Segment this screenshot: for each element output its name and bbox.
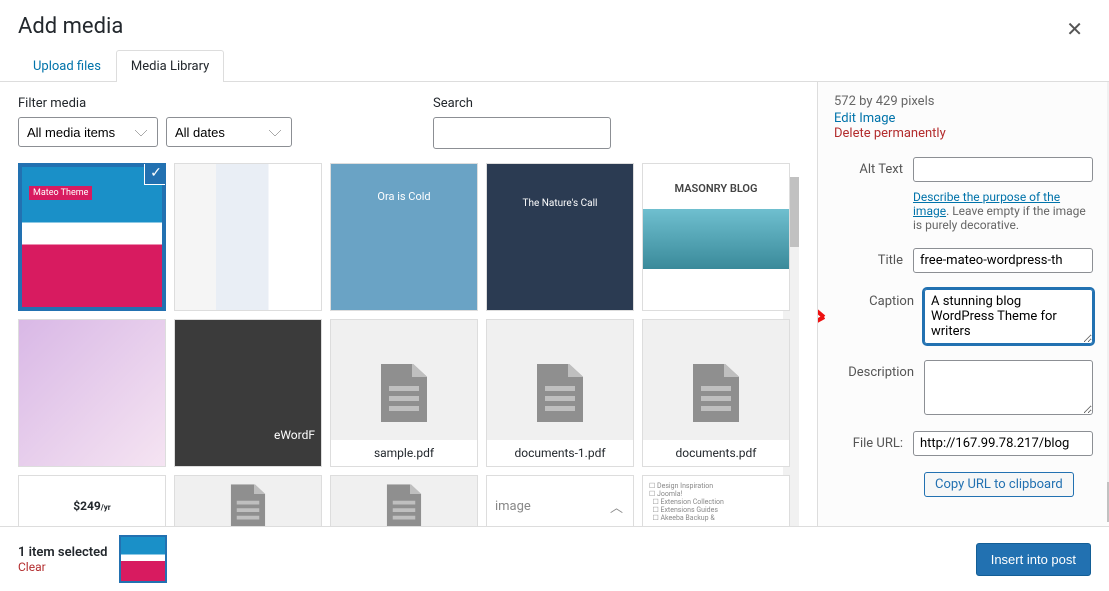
decorative: ☐ Design Inspiration☐ Joomla! ☐ Extensio… bbox=[649, 482, 724, 522]
alt-text-label: Alt Text bbox=[834, 157, 903, 232]
modal-title: Add media bbox=[18, 14, 123, 39]
decorative bbox=[643, 209, 789, 269]
modal-header: Add media ✕ bbox=[0, 0, 1109, 49]
alt-text-help: Describe the purpose of the image. Leave… bbox=[913, 190, 1093, 232]
modal-body: Filter media All media items All dates S… bbox=[0, 82, 1109, 526]
media-item-ewordpress-banner[interactable]: eWordF bbox=[174, 319, 322, 467]
thumb-overlay-text: Ora is Cold bbox=[377, 190, 430, 203]
search-input[interactable] bbox=[433, 117, 611, 149]
selection-count: 1 item selected bbox=[18, 545, 107, 560]
file-caption: documents-1.pdf bbox=[487, 440, 633, 466]
thumb-overlay-text: image bbox=[495, 499, 531, 514]
title-label: Title bbox=[834, 248, 903, 273]
filters-row: Filter media All media items All dates S… bbox=[18, 96, 801, 149]
document-icon bbox=[231, 484, 266, 526]
media-item-file-partial-a[interactable] bbox=[174, 475, 322, 526]
file-caption: documents.pdf bbox=[643, 440, 789, 466]
document-icon bbox=[387, 484, 422, 526]
edit-image-link[interactable]: Edit Image bbox=[834, 111, 1093, 126]
field-title: Title bbox=[834, 248, 1093, 273]
description-label: Description bbox=[834, 360, 914, 415]
filter-type-select[interactable]: All media items bbox=[18, 117, 158, 147]
close-icon[interactable]: ✕ bbox=[1058, 9, 1091, 49]
library-panel: Filter media All media items All dates S… bbox=[0, 82, 817, 526]
filter-media-group: Filter media All media items All dates bbox=[18, 96, 292, 149]
field-file-url: File URL: bbox=[834, 431, 1093, 456]
caption-label: Caption bbox=[834, 289, 914, 344]
document-icon bbox=[537, 364, 583, 422]
add-media-modal: Add media ✕ Upload files Media Library F… bbox=[0, 0, 1109, 591]
field-description: Description bbox=[834, 360, 1093, 415]
media-grid: ✓ Ora is Cold The Nature's Call MASONRY … bbox=[18, 163, 801, 526]
thumb-overlay-text: MASONRY BLOG bbox=[674, 182, 757, 195]
tab-media-library[interactable]: Media Library bbox=[116, 50, 224, 82]
file-caption: sample.pdf bbox=[331, 440, 477, 466]
field-alt-text: Alt Text Describe the purpose of the ima… bbox=[834, 157, 1093, 232]
attachment-dimensions: 572 by 429 pixels bbox=[834, 94, 1093, 109]
thumb-overlay-text: eWordF bbox=[274, 428, 315, 442]
copy-url-button[interactable]: Copy URL to clipboard bbox=[924, 472, 1074, 497]
media-grid-scroll[interactable]: ✓ Ora is Cold The Nature's Call MASONRY … bbox=[18, 163, 801, 526]
file-url-label: File URL: bbox=[834, 431, 903, 456]
alt-text-input[interactable] bbox=[913, 157, 1093, 182]
footer-selection: 1 item selected Clear bbox=[18, 535, 167, 583]
media-item-image-placeholder[interactable]: image ︿ bbox=[486, 475, 634, 526]
insert-into-post-button[interactable]: Insert into post bbox=[976, 543, 1091, 576]
document-icon bbox=[693, 364, 739, 422]
media-item-theme-blog-layout[interactable] bbox=[174, 163, 322, 311]
delete-permanently-link[interactable]: Delete permanently bbox=[834, 126, 1093, 141]
tab-upload-files[interactable]: Upload files bbox=[18, 50, 116, 82]
field-caption: Caption A stunning blog WordPress Theme … bbox=[834, 289, 1093, 344]
search-group: Search bbox=[433, 96, 611, 149]
media-item-documents-pdf[interactable]: documents.pdf bbox=[642, 319, 790, 467]
media-item-theme-masonry[interactable]: MASONRY BLOG bbox=[642, 163, 790, 311]
media-item-theme-mateo[interactable]: ✓ bbox=[18, 163, 166, 311]
attachment-details-panel: 572 by 429 pixels Edit Image Delete perm… bbox=[817, 82, 1109, 526]
selected-thumbnail[interactable] bbox=[119, 535, 167, 583]
description-textarea[interactable] bbox=[924, 360, 1093, 415]
tabs: Upload files Media Library bbox=[0, 49, 1109, 82]
media-item-checklist-card[interactable]: ☐ Design Inspiration☐ Joomla! ☐ Extensio… bbox=[642, 475, 790, 526]
selected-check-icon: ✓ bbox=[145, 163, 166, 184]
title-input[interactable] bbox=[913, 248, 1093, 273]
decorative: $249/yr bbox=[73, 499, 110, 513]
media-item-flowers-pink[interactable] bbox=[18, 319, 166, 467]
media-item-pricing-card[interactable]: $249/yr bbox=[18, 475, 166, 526]
media-item-documents-1-pdf[interactable]: documents-1.pdf bbox=[486, 319, 634, 467]
file-url-input[interactable] bbox=[913, 431, 1093, 456]
filter-media-label: Filter media bbox=[18, 96, 292, 111]
caption-textarea[interactable]: A stunning blog WordPress Theme for writ… bbox=[924, 289, 1093, 344]
thumb-overlay-text: The Nature's Call bbox=[523, 198, 598, 209]
document-icon bbox=[381, 364, 427, 422]
filter-date-select[interactable]: All dates bbox=[166, 117, 292, 147]
media-item-theme-nature[interactable]: The Nature's Call bbox=[486, 163, 634, 311]
media-item-file-partial-b[interactable] bbox=[330, 475, 478, 526]
media-item-sample-pdf[interactable]: sample.pdf bbox=[330, 319, 478, 467]
media-item-theme-ora[interactable]: Ora is Cold bbox=[330, 163, 478, 311]
search-label: Search bbox=[433, 96, 611, 111]
modal-footer: 1 item selected Clear Insert into post bbox=[0, 526, 1109, 591]
clear-selection-link[interactable]: Clear bbox=[18, 560, 107, 574]
chevron-up-icon: ︿ bbox=[610, 497, 623, 516]
